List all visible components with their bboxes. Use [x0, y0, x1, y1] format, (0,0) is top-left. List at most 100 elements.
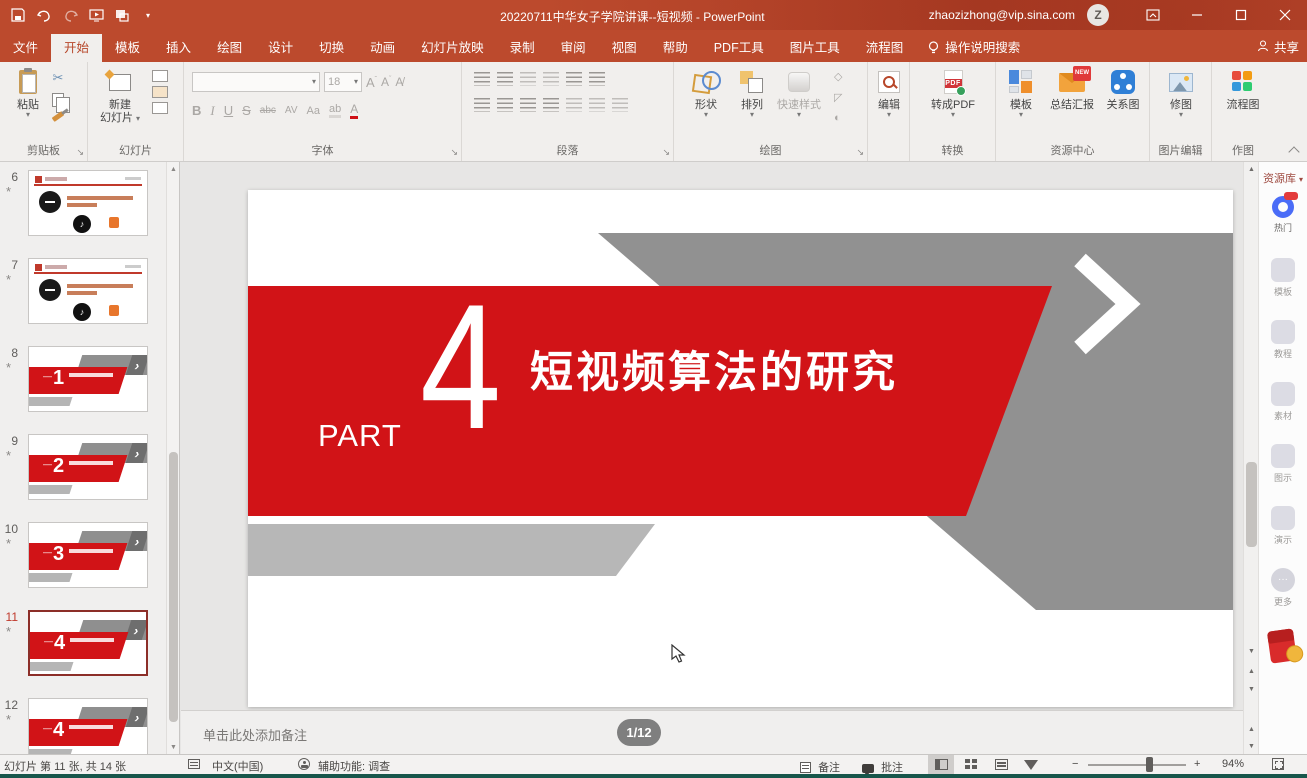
slide-thumbnail-9[interactable]: ›—2: [28, 434, 148, 500]
slide-thumbnail-12[interactable]: ›—4: [28, 698, 148, 754]
drawing-dialog-launcher[interactable]: ↘: [856, 147, 864, 158]
columns-icon[interactable]: [566, 98, 582, 112]
notes-pane[interactable]: 单击此处添加备注 1/12: [181, 710, 1243, 754]
thumb-scroll-down-icon[interactable]: ▼: [167, 740, 180, 754]
sidebar-item-更多[interactable]: ···更多: [1259, 568, 1307, 608]
scrollbar-thumb[interactable]: [1246, 462, 1257, 547]
copy-icon[interactable]: [52, 93, 64, 107]
increase-indent-icon[interactable]: [543, 72, 559, 86]
sidebar-item-图示[interactable]: 图示: [1259, 444, 1307, 484]
shapes-button[interactable]: 形状▾: [680, 68, 732, 118]
shape-fill-icon[interactable]: ◇: [834, 70, 842, 83]
normal-view-button[interactable]: [928, 755, 954, 774]
resource-library-header[interactable]: 资源库 ▾: [1259, 170, 1307, 186]
strikethrough-button[interactable]: S: [242, 103, 251, 118]
abc-strike-icon[interactable]: abc: [260, 105, 276, 116]
account-email[interactable]: zhaozizhong@vip.sina.com: [929, 8, 1075, 22]
line-spacing-icon[interactable]: [566, 72, 582, 86]
accessibility-icon[interactable]: [298, 758, 310, 773]
tab-绘图[interactable]: 绘图: [204, 34, 255, 62]
zoom-level[interactable]: 94%: [1222, 758, 1244, 770]
tab-模板[interactable]: 模板: [102, 34, 153, 62]
slide-thumbnail-10[interactable]: ›—3: [28, 522, 148, 588]
paste-button[interactable]: 粘贴▾: [2, 68, 54, 118]
align-left-icon[interactable]: [474, 98, 490, 112]
tab-录制[interactable]: 录制: [497, 34, 548, 62]
reading-view-button[interactable]: [988, 755, 1014, 774]
slideshow-view-button[interactable]: [1018, 755, 1044, 774]
screenshot-icon[interactable]: [114, 7, 130, 23]
font-dialog-launcher[interactable]: ↘: [450, 147, 458, 158]
cut-icon[interactable]: ✂: [53, 70, 64, 86]
thumbnail-scrollbar[interactable]: ▲ ▼: [166, 162, 179, 754]
decrease-indent-icon[interactable]: [520, 72, 536, 86]
notes-scroll-down-icon[interactable]: ▼: [1244, 739, 1259, 754]
tab-流程图[interactable]: 流程图: [853, 34, 917, 62]
reset-slide-icon[interactable]: [152, 86, 168, 98]
char-spacing-icon[interactable]: AV: [285, 105, 298, 116]
smartart-convert-icon[interactable]: [612, 98, 628, 112]
sidebar-item-模板[interactable]: 模板: [1259, 258, 1307, 298]
tab-幻灯片放映[interactable]: 幻灯片放映: [408, 34, 497, 62]
share-button[interactable]: 共享: [1257, 34, 1299, 58]
align-right-icon[interactable]: [520, 98, 536, 112]
sidebar-item-素材[interactable]: 素材: [1259, 382, 1307, 422]
collapse-ribbon-icon[interactable]: [1289, 145, 1299, 155]
align-center-icon[interactable]: [497, 98, 513, 112]
sidebar-item-教程[interactable]: 教程: [1259, 320, 1307, 360]
slide-thumbnail-11[interactable]: ›—4: [28, 610, 148, 676]
language-indicator[interactable]: 中文(中国): [212, 758, 263, 774]
shape-effects-icon[interactable]: ◐: [834, 112, 842, 124]
sidebar-item-热门[interactable]: 热门: [1259, 196, 1307, 234]
tab-插入[interactable]: 插入: [153, 34, 204, 62]
flowchart-button[interactable]: 流程图: [1217, 68, 1269, 112]
zoom-out-button[interactable]: −: [1072, 758, 1078, 770]
close-button[interactable]: [1263, 0, 1307, 30]
red-packet-icon[interactable]: [1267, 628, 1297, 663]
thumb-scrollbar-thumb[interactable]: [169, 452, 178, 722]
next-slide-button[interactable]: ▼: [1244, 682, 1259, 697]
retouch-button[interactable]: 修图▾: [1155, 68, 1207, 118]
account-avatar[interactable]: Z: [1087, 4, 1109, 26]
tab-开始[interactable]: 开始: [51, 34, 102, 62]
new-slide-button[interactable]: 新建 幻灯片 ▾: [94, 68, 146, 125]
fit-to-window-button[interactable]: [1272, 758, 1284, 773]
align-text-icon[interactable]: [589, 98, 605, 112]
tell-me-search[interactable]: 操作说明搜索: [916, 34, 1032, 62]
template-button[interactable]: 模板▾: [998, 68, 1044, 118]
zoom-slider-track[interactable]: [1088, 764, 1186, 766]
customize-qat-icon[interactable]: ▾: [140, 7, 156, 23]
paragraph-dialog-launcher[interactable]: ↘: [662, 147, 670, 158]
slide-canvas[interactable]: PART 4 短视频算法的研究: [181, 162, 1243, 710]
layout-icon[interactable]: [152, 70, 168, 82]
justify-icon[interactable]: [543, 98, 559, 112]
scroll-down-icon[interactable]: ▼: [1244, 644, 1259, 659]
notes-placeholder[interactable]: 单击此处添加备注: [203, 725, 307, 744]
zoom-in-button[interactable]: +: [1194, 758, 1200, 770]
tab-PDF工具[interactable]: PDF工具: [701, 34, 777, 62]
shape-outline-icon[interactable]: ◸: [834, 91, 842, 104]
keyboard-icon[interactable]: [188, 759, 200, 772]
minimize-button[interactable]: [1175, 0, 1219, 30]
ribbon-display-options-icon[interactable]: [1131, 0, 1175, 30]
font-size-combo[interactable]: 18▾: [324, 72, 362, 92]
to-pdf-button[interactable]: PDF 转成PDF▾: [927, 68, 979, 118]
redo-icon[interactable]: [62, 7, 78, 23]
tab-视图[interactable]: 视图: [599, 34, 650, 62]
bullets-icon[interactable]: [474, 72, 490, 86]
highlight-color-icon[interactable]: ab: [329, 103, 341, 118]
scroll-up-icon[interactable]: ▲: [1244, 162, 1259, 177]
numbering-icon[interactable]: [497, 72, 513, 86]
slide-title[interactable]: 短视频算法的研究: [530, 338, 898, 400]
slide-thumbnail-7[interactable]: ♪: [28, 258, 148, 324]
font-color-icon[interactable]: A: [350, 102, 358, 119]
sidebar-item-演示[interactable]: 演示: [1259, 506, 1307, 546]
change-case-icon[interactable]: Aa: [307, 105, 320, 117]
slide-part-number[interactable]: 4: [420, 278, 501, 456]
underline-button[interactable]: U: [224, 103, 233, 118]
accessibility-status[interactable]: 辅助功能: 调查: [318, 758, 390, 774]
slide-thumbnail-8[interactable]: ›—1: [28, 346, 148, 412]
section-icon[interactable]: [152, 102, 168, 114]
tab-审阅[interactable]: 审阅: [548, 34, 599, 62]
clipboard-dialog-launcher[interactable]: ↘: [76, 147, 84, 158]
